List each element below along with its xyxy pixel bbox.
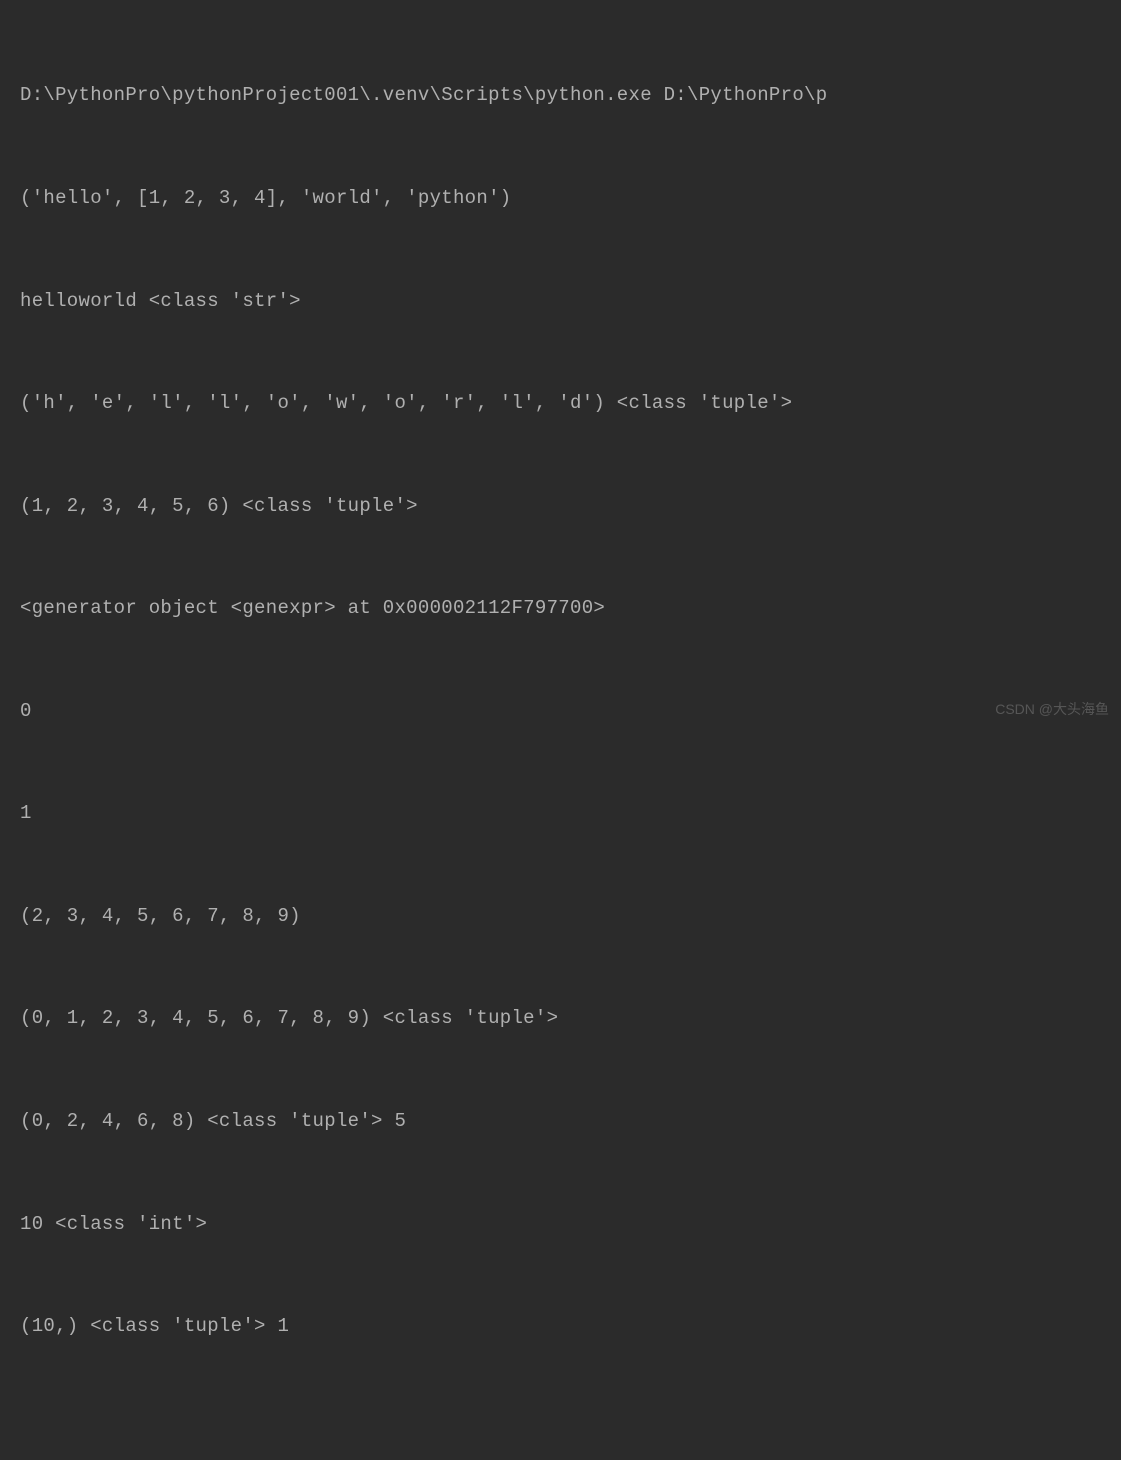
output-line xyxy=(20,1412,1121,1446)
output-line: (2, 3, 4, 5, 6, 7, 8, 9) xyxy=(20,899,1121,933)
output-line: 0 xyxy=(20,694,1121,728)
output-line: (0, 1, 2, 3, 4, 5, 6, 7, 8, 9) <class 't… xyxy=(20,1001,1121,1035)
output-line: ('h', 'e', 'l', 'l', 'o', 'w', 'o', 'r',… xyxy=(20,386,1121,420)
output-line: (1, 2, 3, 4, 5, 6) <class 'tuple'> xyxy=(20,489,1121,523)
console-output: D:\PythonPro\pythonProject001\.venv\Scri… xyxy=(20,10,1121,1460)
output-line: 1 xyxy=(20,796,1121,830)
output-line: <generator object <genexpr> at 0x0000021… xyxy=(20,591,1121,625)
output-line: ('hello', [1, 2, 3, 4], 'world', 'python… xyxy=(20,181,1121,215)
output-line: D:\PythonPro\pythonProject001\.venv\Scri… xyxy=(20,78,1121,112)
output-line: (0, 2, 4, 6, 8) <class 'tuple'> 5 xyxy=(20,1104,1121,1138)
output-line: helloworld <class 'str'> xyxy=(20,284,1121,318)
output-line: 10 <class 'int'> xyxy=(20,1207,1121,1241)
output-line: (10,) <class 'tuple'> 1 xyxy=(20,1309,1121,1343)
watermark-text: CSDN @大头海鱼 xyxy=(995,697,1109,722)
